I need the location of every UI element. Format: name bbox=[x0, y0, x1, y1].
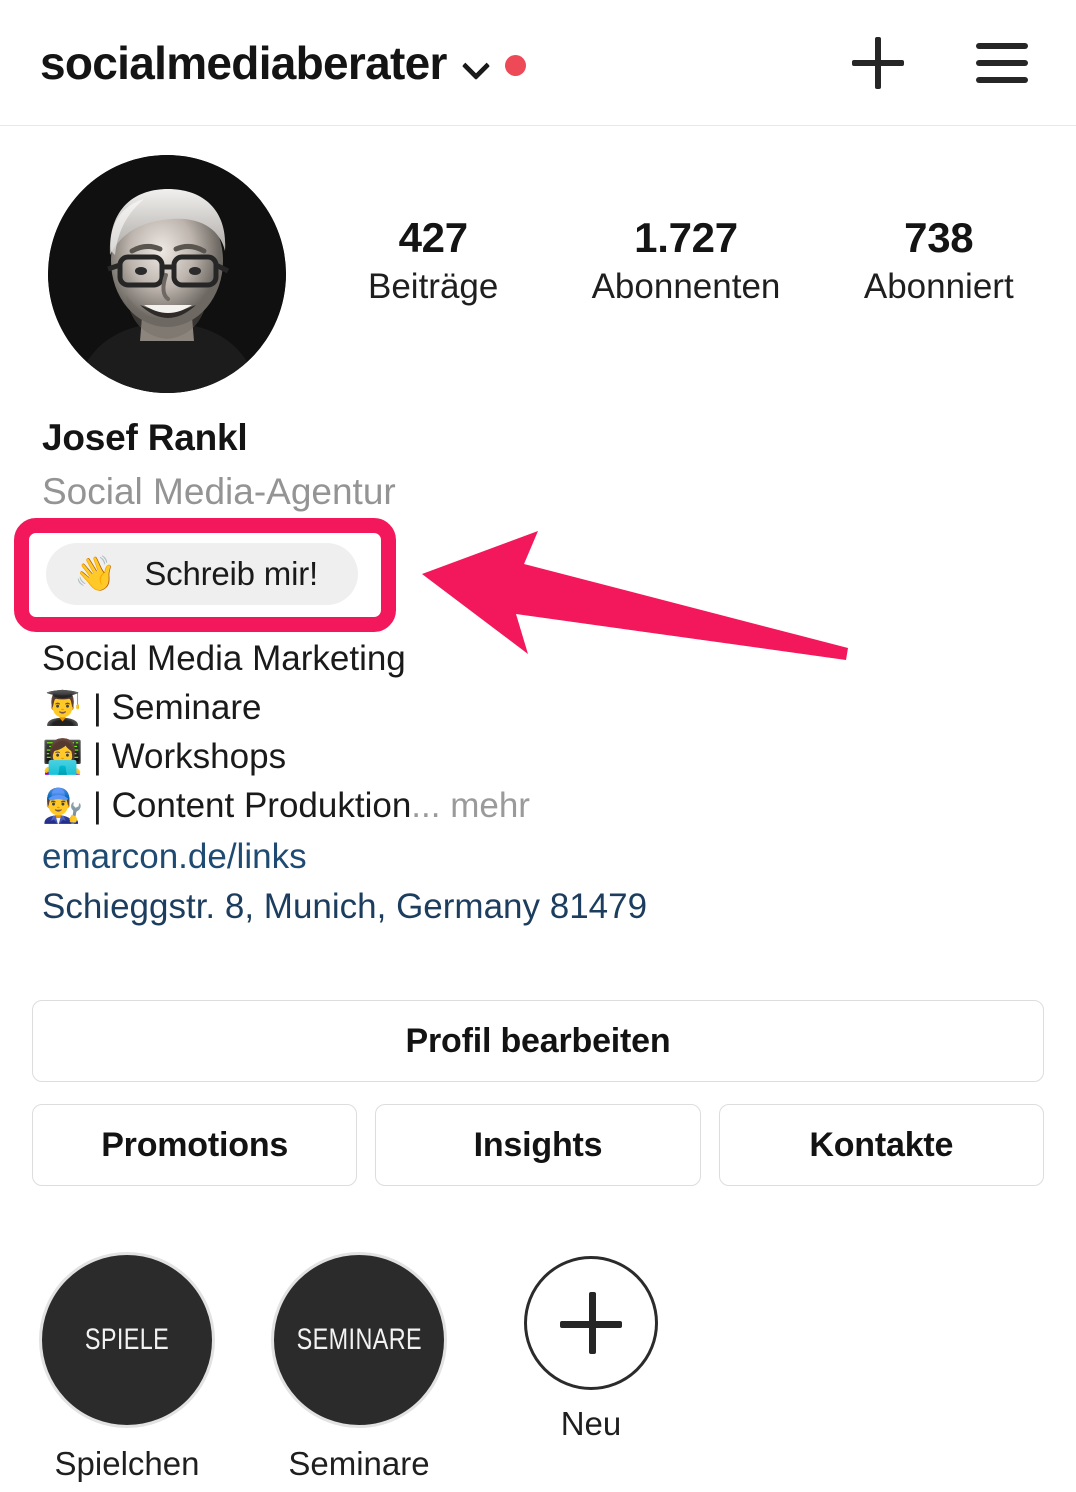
stat-value: 1.727 bbox=[634, 214, 738, 261]
stat-value: 738 bbox=[904, 214, 974, 261]
stat-label: Abonniert bbox=[863, 266, 1014, 306]
bio-line-headline: Social Media Marketing bbox=[42, 639, 406, 678]
bio-text: Seminare bbox=[111, 688, 262, 727]
add-highlight-label: Neu bbox=[560, 1405, 622, 1442]
highlight-cover-text: SPIELE bbox=[84, 1323, 170, 1356]
bio-website-link[interactable]: emarcon.de/links bbox=[42, 832, 1002, 882]
bio-separator: | bbox=[92, 737, 102, 776]
hamburger-line bbox=[976, 42, 1028, 49]
stat-following[interactable]: 738 Abonniert bbox=[859, 213, 1019, 310]
header-actions bbox=[852, 36, 1046, 89]
highlight-label: Seminare bbox=[288, 1445, 430, 1482]
message-me-label: Schreib mir! bbox=[144, 555, 318, 592]
bio-line-workshops: 👩‍💻 | Workshops bbox=[42, 732, 1002, 781]
profile-stats: 427 Beiträge 1.727 Abonnenten 738 Abonni… bbox=[286, 155, 1076, 310]
bio-address-link[interactable]: Schieggstr. 8, Munich, Germany 81479 bbox=[42, 882, 1002, 932]
status-badge bbox=[504, 55, 526, 76]
worker-icon: 👨‍🔧 bbox=[42, 787, 84, 824]
stat-value: 427 bbox=[398, 214, 468, 261]
profile-bio: Social Media Marketing 👨‍🎓 | Seminare 👩‍… bbox=[42, 634, 1002, 932]
stat-followers[interactable]: 1.727 Abonnenten bbox=[592, 213, 781, 310]
profile-header-row: 427 Beiträge 1.727 Abonnenten 738 Abonni… bbox=[0, 155, 1076, 393]
student-icon: 👨‍🎓 bbox=[42, 689, 84, 726]
primary-action-row: Profil bearbeiten bbox=[32, 1000, 1044, 1082]
bio-separator: | bbox=[92, 786, 102, 825]
story-highlights: SPIELE Spielchen SEMINARE Seminare Neu bbox=[34, 1252, 684, 1484]
highlight-cover: SEMINARE bbox=[271, 1252, 447, 1428]
app-header: socialmediaberater bbox=[0, 0, 1076, 126]
message-me-button[interactable]: 👋 Schreib mir! bbox=[46, 543, 358, 605]
stat-posts[interactable]: 427 Beiträge bbox=[353, 213, 513, 310]
waving-hand-icon: 👋 bbox=[74, 555, 117, 593]
page-title: socialmediaberater bbox=[40, 36, 447, 89]
bio-more-link[interactable]: mehr bbox=[450, 786, 530, 825]
insights-button[interactable]: Insights bbox=[375, 1104, 701, 1186]
profile-full-name: Josef Rankl bbox=[42, 417, 248, 458]
contacts-button[interactable]: Kontakte bbox=[718, 1104, 1044, 1186]
bio-text: Content Produktion bbox=[111, 786, 412, 825]
highlight-label: Spielchen bbox=[54, 1445, 200, 1482]
username-switcher[interactable]: socialmediaberater bbox=[40, 40, 526, 86]
secondary-action-row: Promotions Insights Kontakte bbox=[32, 1104, 1044, 1186]
hamburger-menu-icon[interactable] bbox=[976, 42, 1028, 83]
chevron-down-icon[interactable] bbox=[465, 56, 487, 78]
profile-identity: Josef Rankl Social Media-Agentur bbox=[42, 415, 1042, 516]
highlight-cover: SPIELE bbox=[39, 1252, 215, 1428]
bio-line-content: 👨‍🔧 | Content Produktion... mehr bbox=[42, 781, 1002, 830]
edit-profile-button[interactable]: Profil bearbeiten bbox=[32, 1000, 1044, 1082]
stat-label: Abonnenten bbox=[591, 266, 781, 306]
profile-category: Social Media-Agentur bbox=[42, 471, 396, 513]
add-highlight-button[interactable]: Neu bbox=[498, 1252, 684, 1444]
bio-ellipsis: ... bbox=[411, 786, 441, 825]
highlight-cover-text: SEMINARE bbox=[296, 1323, 422, 1356]
bio-separator: | bbox=[92, 688, 102, 727]
highlight-spielchen[interactable]: SPIELE Spielchen bbox=[34, 1252, 220, 1484]
woman-technologist-icon: 👩‍💻 bbox=[42, 738, 84, 775]
highlight-seminare[interactable]: SEMINARE Seminare bbox=[266, 1252, 452, 1484]
plus-icon bbox=[524, 1256, 658, 1390]
instagram-profile-screen: socialmediaberater 427 Beiträge 1.727 Ab… bbox=[0, 0, 1076, 1492]
stat-label: Beiträge bbox=[368, 266, 499, 306]
hamburger-line bbox=[976, 59, 1028, 66]
promotions-button[interactable]: Promotions bbox=[32, 1104, 358, 1186]
plus-icon[interactable] bbox=[852, 36, 904, 89]
bio-text: Workshops bbox=[111, 737, 287, 776]
hamburger-line bbox=[976, 76, 1028, 83]
avatar-photo bbox=[48, 155, 286, 393]
bio-line-seminare: 👨‍🎓 | Seminare bbox=[42, 683, 1002, 732]
avatar[interactable] bbox=[48, 155, 286, 393]
